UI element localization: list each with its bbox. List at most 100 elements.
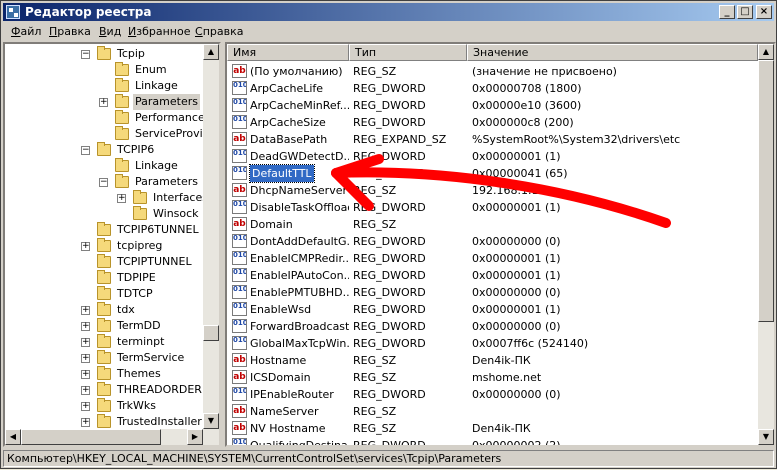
maximize-button[interactable]: □ [737, 5, 753, 19]
value-name: EnablePMTUBHD... [250, 286, 349, 299]
scroll-thumb[interactable] [21, 429, 161, 445]
value-row[interactable]: 010 110EnablePMTUBHD... REG_DWORD 0x000000… [227, 284, 757, 301]
column-header-value[interactable]: Значение [467, 44, 758, 61]
list-vertical-scrollbar[interactable]: ▲ ▼ [758, 44, 774, 445]
value-row[interactable]: ab ICSDomain REG_SZ mshome.net [227, 369, 757, 386]
tree-item[interactable]: Winsock [5, 206, 201, 222]
expand-plus-icon[interactable]: + [81, 242, 90, 251]
registry-key-tree[interactable]: − Tcpip Enum Linkage + Parameters Performance S… [3, 42, 221, 447]
collapse-minus-icon[interactable]: − [99, 178, 108, 187]
value-data: 0x00000708 (1800) [472, 82, 582, 95]
scroll-up-button[interactable]: ▲ [203, 44, 219, 60]
value-type: REG_SZ [353, 184, 397, 197]
tree-item[interactable]: + tcpipreg [5, 238, 201, 254]
minimize-button[interactable]: _ [719, 5, 735, 19]
tree-item[interactable]: − Tcpip [5, 46, 201, 62]
value-row[interactable]: 010 110ArpCacheSize REG_DWORD 0x000000c8 (… [227, 114, 757, 131]
tree-item[interactable]: + TermService [5, 350, 201, 366]
value-name: EnableICMPRedir... [250, 252, 349, 265]
tree-item[interactable]: + Parameters [5, 94, 201, 110]
expand-plus-icon[interactable]: + [81, 354, 90, 363]
tree-item[interactable]: + terminpt [5, 334, 201, 350]
value-row[interactable]: 010 110EnableIPAutoCon... REG_DWORD 0x0000… [227, 267, 757, 284]
tree-horizontal-scrollbar[interactable]: ◀ ▶ [5, 429, 219, 445]
registry-values-list[interactable]: Имя Тип Значение ab (По умолчанию) REG_SZ(… [225, 42, 776, 447]
column-header-name[interactable]: Имя [227, 44, 349, 61]
tree-item[interactable]: + tdx [5, 302, 201, 318]
expand-plus-icon[interactable]: + [81, 418, 90, 427]
menu-item-2[interactable]: Вид [99, 23, 121, 41]
value-row[interactable]: 010 110ForwardBroadcasts REG_DWORD 0x00000… [227, 318, 757, 335]
scroll-down-button[interactable]: ▼ [203, 413, 219, 429]
tree-item[interactable]: + TrkWks [5, 398, 201, 414]
expand-plus-icon[interactable]: + [81, 386, 90, 395]
menu-item-1[interactable]: Правка [49, 23, 91, 41]
collapse-minus-icon[interactable]: − [81, 50, 90, 59]
folder-icon [97, 382, 111, 396]
tree-item[interactable]: TDPIPE [5, 270, 201, 286]
registry-editor-window: Редактор реестра _ □ × Файл Правка Вид Избр… [0, 0, 777, 469]
collapse-minus-icon[interactable]: − [81, 146, 90, 155]
value-type: REG_DWORD [353, 201, 426, 214]
value-data: 0x00000001 (1) [472, 303, 561, 316]
tree-item[interactable]: Linkage [5, 158, 201, 174]
expand-plus-icon[interactable]: + [81, 322, 90, 331]
value-row[interactable]: 010 110QualifyingDestina... REG_DWORD 0x00… [227, 437, 757, 445]
value-name: EnableIPAutoCon... [250, 269, 349, 282]
tree-item[interactable]: Linkage [5, 78, 201, 94]
value-row[interactable]: 010 110ArpCacheMinRef... REG_DWORD 0x00000… [227, 97, 757, 114]
value-row[interactable]: 010 110DontAddDefaultG... REG_DWORD 0x0000… [227, 233, 757, 250]
value-row[interactable]: ab (По умолчанию) REG_SZ (значение не присв… [227, 63, 757, 80]
value-row[interactable]: 010 110EnableICMPRedir... REG_DWORD 0x0000… [227, 250, 757, 267]
value-row[interactable]: ab NameServer REG_SZ [227, 403, 757, 420]
tree-item[interactable]: ServiceProvide [5, 126, 216, 142]
value-row[interactable]: 010 110IPEnableRouter REG_DWORD 0x00000000… [227, 386, 757, 403]
tree-item[interactable]: + THREADORDER [5, 382, 202, 398]
value-row[interactable]: 010 110DisableTaskOffload REG_DWORD 0x0000… [227, 199, 757, 216]
tree-item[interactable]: + TrustedInstaller [5, 414, 202, 430]
scroll-left-button[interactable]: ◀ [5, 429, 21, 445]
tree-item[interactable]: Enum [5, 62, 201, 78]
scroll-thumb[interactable] [758, 60, 774, 322]
tree-item[interactable]: TDTCP [5, 286, 201, 302]
tree-item-label: TCPIP6 [117, 143, 155, 156]
value-row[interactable]: 010 110GlobalMaxTcpWin... REG_DWORD 0x0007… [227, 335, 757, 352]
expand-plus-icon[interactable]: + [81, 306, 90, 315]
folder-icon [115, 174, 129, 188]
close-button[interactable]: × [756, 5, 772, 19]
expand-plus-icon[interactable]: + [117, 194, 126, 203]
tree-vertical-scrollbar[interactable]: ▲ ▼ [203, 44, 219, 429]
scroll-up-button[interactable]: ▲ [758, 44, 774, 60]
value-row[interactable]: ab DhcpNameServer REG_SZ 192.168.1.1 [227, 182, 757, 199]
value-row[interactable]: 010 110ArpCacheLife REG_DWORD 0x00000708 (… [227, 80, 757, 97]
expand-plus-icon[interactable]: + [81, 338, 90, 347]
value-name: ICSDomain [250, 371, 311, 384]
tree-item[interactable]: − TCPIP6 [5, 142, 201, 158]
menu-item-3[interactable]: Избранное [128, 23, 190, 41]
expand-plus-icon[interactable]: + [99, 98, 108, 107]
value-row[interactable]: ab DataBasePath REG_EXPAND_SZ %SystemRoot%\… [227, 131, 757, 148]
value-row[interactable]: ab NV Hostname REG_SZ Den4ik-ПК [227, 420, 757, 437]
expand-plus-icon[interactable]: + [81, 370, 90, 379]
scroll-down-button[interactable]: ▼ [758, 429, 774, 445]
value-row[interactable]: 010 110DefaultTTL REG_DWORD 0x00000041 (65… [227, 164, 757, 183]
value-row[interactable]: 010 110EnableWsd REG_DWORD 0x00000001 (1) [227, 301, 757, 318]
title-bar[interactable]: Редактор реестра _ □ × [3, 3, 774, 21]
tree-item[interactable]: − Parameters [5, 174, 201, 190]
scroll-thumb[interactable] [203, 325, 219, 341]
menu-item-4[interactable]: Справка [195, 23, 243, 41]
scroll-right-button[interactable]: ▶ [187, 429, 203, 445]
value-row[interactable]: 010 110DeadGWDetectD... REG_DWORD 0x000000… [227, 148, 757, 165]
tree-item[interactable]: + TermDD [5, 318, 201, 334]
tree-item[interactable]: TCPIPTUNNEL [5, 254, 201, 270]
value-row[interactable]: ab Domain REG_SZ [227, 216, 757, 233]
tree-item[interactable]: + Interfaces [5, 190, 208, 206]
menu-item-0[interactable]: Файл [11, 23, 41, 41]
tree-item[interactable]: TCPIP6TUNNEL [5, 222, 201, 238]
tree-item[interactable]: + Themes [5, 366, 201, 382]
expand-plus-icon[interactable]: + [81, 402, 90, 411]
value-row[interactable]: ab Hostname REG_SZ Den4ik-ПК [227, 352, 757, 369]
tree-item[interactable]: Performance [5, 110, 205, 126]
value-type: REG_EXPAND_SZ [353, 133, 447, 146]
column-header-type[interactable]: Тип [349, 44, 467, 61]
